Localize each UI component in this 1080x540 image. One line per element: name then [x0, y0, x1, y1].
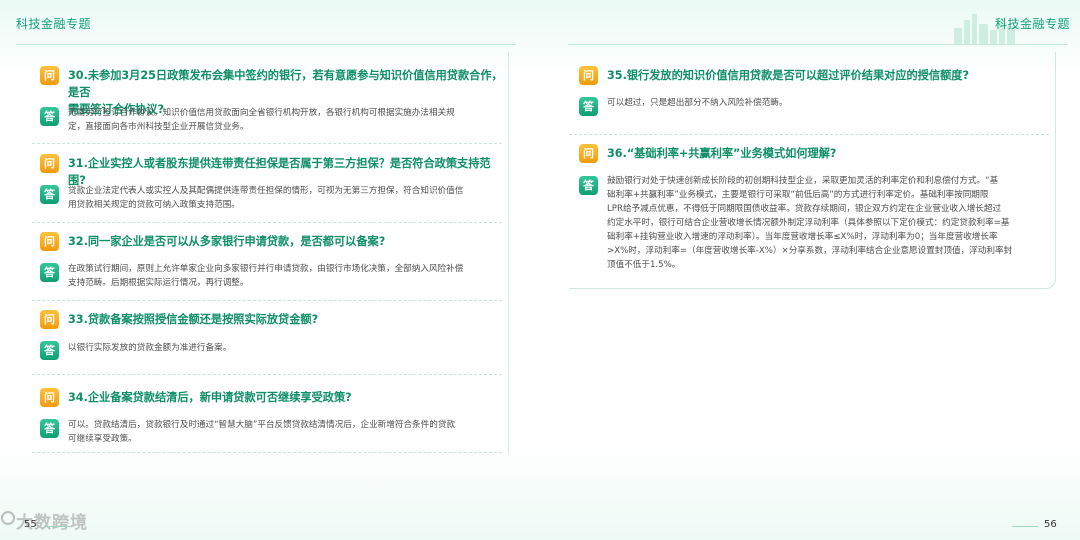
answer-badge-icon: 答 — [40, 107, 59, 126]
header-title-right: 科技金融专题 — [995, 17, 1071, 31]
answer-text: 以银行实际发放的贷款金额为准进行备案。 — [68, 343, 232, 353]
page-number-right: 56 — [1044, 519, 1057, 530]
question-text: 33.贷款备案按照授信金额还是按照实际放贷金额? — [68, 313, 319, 326]
question-badge-icon: 问 — [40, 154, 59, 173]
question-badge-icon: 问 — [579, 144, 598, 163]
answer-text: 贷款企业法定代表人或实控人及其配偶提供连带责任担保的情形，可视为无第三方担保，符… — [68, 186, 464, 210]
answer-badge-icon: 答 — [579, 97, 598, 116]
answer-badge-icon: 答 — [40, 185, 59, 204]
answer-text: 在政策试行期间，原则上允许单家企业向多家银行并行申请贷款，由银行市场化决策，全部… — [68, 264, 464, 288]
answer-text: 鼓励银行对处于快速创新成长阶段的初创期科技型企业，采取更加灵活的利率定价和利息偿… — [607, 176, 1013, 270]
question-text: 35.银行发放的知识价值信用贷款是否可以超过评价结果对应的授信额度? — [607, 69, 969, 82]
left-page: 问 30.未参加3月25日政策发布会集中签约的银行，若有意愿参与知识价值信用贷款… — [32, 52, 509, 454]
dashed-divider — [32, 300, 502, 301]
right-page: 问 35.银行发放的知识价值信用贷款是否可以超过评价结果对应的授信额度? 答 可… — [569, 52, 1056, 454]
page-number-rule-left — [44, 526, 70, 527]
header-title-left: 科技金融专题 — [16, 17, 92, 31]
watermark-logo-icon — [1, 511, 15, 525]
answer-badge-icon: 答 — [40, 419, 59, 438]
question-text: 32.同一家企业是否可以从多家银行申请贷款，是否都可以备案? — [68, 235, 386, 248]
answer-text: 可以。贷款结清后，贷款银行及时通过“智慧大脑”平台反馈贷款结清情况后，企业新增符… — [68, 420, 456, 444]
dashed-divider — [32, 143, 502, 144]
question-badge-icon: 问 — [579, 66, 598, 85]
page-number-left: 55 — [24, 519, 37, 530]
question-badge-icon: 问 — [40, 66, 59, 85]
dashed-divider — [32, 452, 502, 453]
answer-badge-icon: 答 — [40, 341, 59, 360]
answer-text: 可以超过，只是超出部分不纳入风险补偿范畴。 — [607, 98, 788, 108]
dashed-divider — [32, 222, 502, 223]
question-badge-icon: 问 — [40, 232, 59, 251]
question-text: 36.“基础利率+共赢利率”业务模式如何理解? — [607, 147, 837, 160]
dashed-divider — [569, 134, 1049, 135]
question-badge-icon: 问 — [40, 388, 59, 407]
page-number-rule-right — [1012, 526, 1038, 527]
header-rule-left — [16, 44, 516, 45]
question-badge-icon: 问 — [40, 310, 59, 329]
answer-badge-icon: 答 — [40, 263, 59, 282]
dashed-divider — [32, 374, 502, 375]
question-text: 34.企业备案贷款结清后，新申请贷款可否继续享受政策? — [68, 391, 352, 404]
magazine-spread: 科技金融专题 科技金融专题 问 30.未参加3月25日政策发布会集中签约的银行，… — [0, 0, 1080, 540]
answer-text: 无需另行签订合作协议。知识价值信用贷款面向全省银行机构开放，各银行机构可根据实施… — [68, 108, 455, 132]
header-rule-right — [568, 44, 1068, 45]
answer-badge-icon: 答 — [579, 176, 598, 195]
